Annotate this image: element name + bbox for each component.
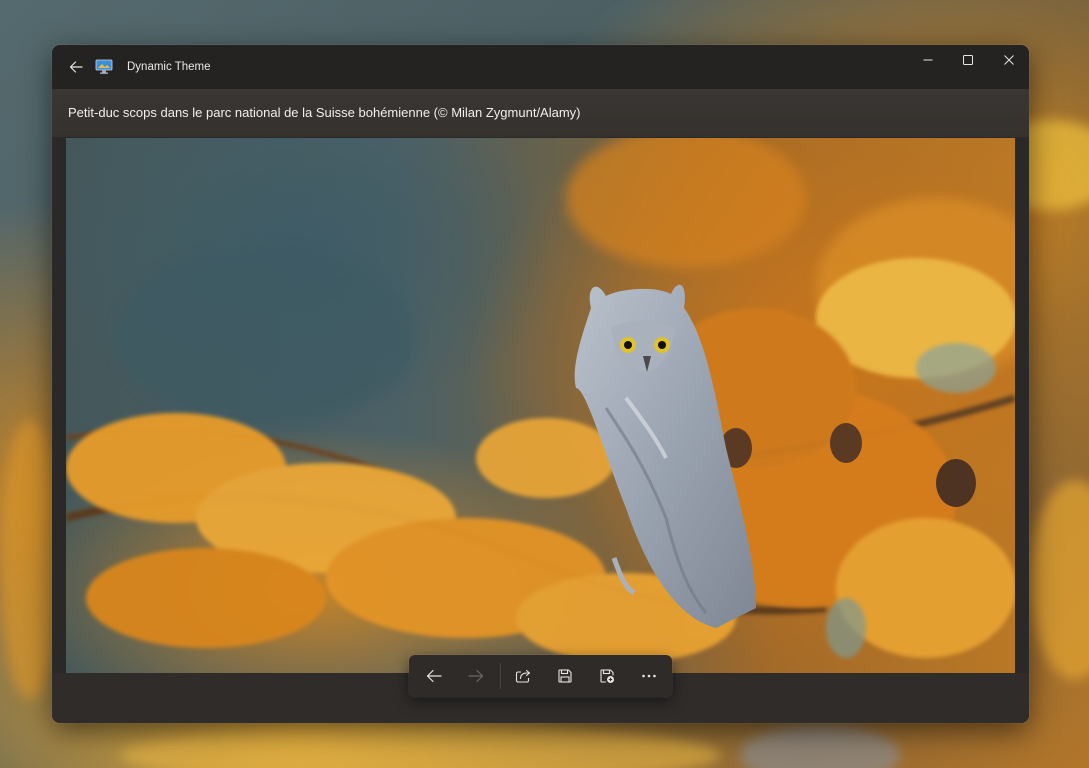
close-icon bbox=[1004, 55, 1014, 65]
previous-button[interactable] bbox=[417, 660, 451, 692]
toolbar-separator bbox=[500, 663, 501, 689]
window-title: Dynamic Theme bbox=[127, 61, 211, 73]
app-window: Dynamic Theme Petit-duc scops dans le pa… bbox=[52, 45, 1029, 723]
desktop-wallpaper: Dynamic Theme Petit-duc scops dans le pa… bbox=[0, 0, 1089, 768]
more-options-button[interactable] bbox=[632, 660, 666, 692]
share-button[interactable] bbox=[506, 660, 540, 692]
next-button[interactable] bbox=[459, 660, 493, 692]
minimize-button[interactable] bbox=[908, 45, 948, 75]
wallpaper-branch bbox=[0, 420, 60, 700]
save-button[interactable] bbox=[548, 660, 582, 692]
title-bar: Dynamic Theme bbox=[52, 45, 1029, 89]
save-as-icon bbox=[600, 669, 614, 683]
arrow-left-icon bbox=[69, 61, 83, 73]
more-icon bbox=[642, 674, 656, 678]
arrow-right-icon bbox=[468, 669, 484, 683]
close-button[interactable] bbox=[989, 45, 1029, 75]
image-toolbar bbox=[409, 655, 672, 697]
wallpaper-branch bbox=[1030, 480, 1089, 680]
image-caption-bar: Petit-duc scops dans le parc national de… bbox=[52, 89, 1029, 137]
save-icon bbox=[558, 669, 572, 683]
owl-photo bbox=[66, 138, 1015, 663]
image-caption: Petit-duc scops dans le parc national de… bbox=[68, 105, 581, 120]
wallpaper-owl-tail bbox=[740, 725, 900, 768]
minimize-icon bbox=[923, 59, 933, 61]
app-monitor-icon bbox=[95, 59, 113, 75]
save-as-button[interactable] bbox=[590, 660, 624, 692]
arrow-left-icon bbox=[426, 669, 442, 683]
back-button[interactable] bbox=[60, 51, 92, 83]
wallpaper-branch bbox=[120, 725, 720, 768]
maximize-button[interactable] bbox=[948, 45, 988, 75]
maximize-icon bbox=[963, 55, 973, 65]
wallpaper-image bbox=[66, 138, 1015, 673]
share-icon bbox=[515, 669, 531, 683]
